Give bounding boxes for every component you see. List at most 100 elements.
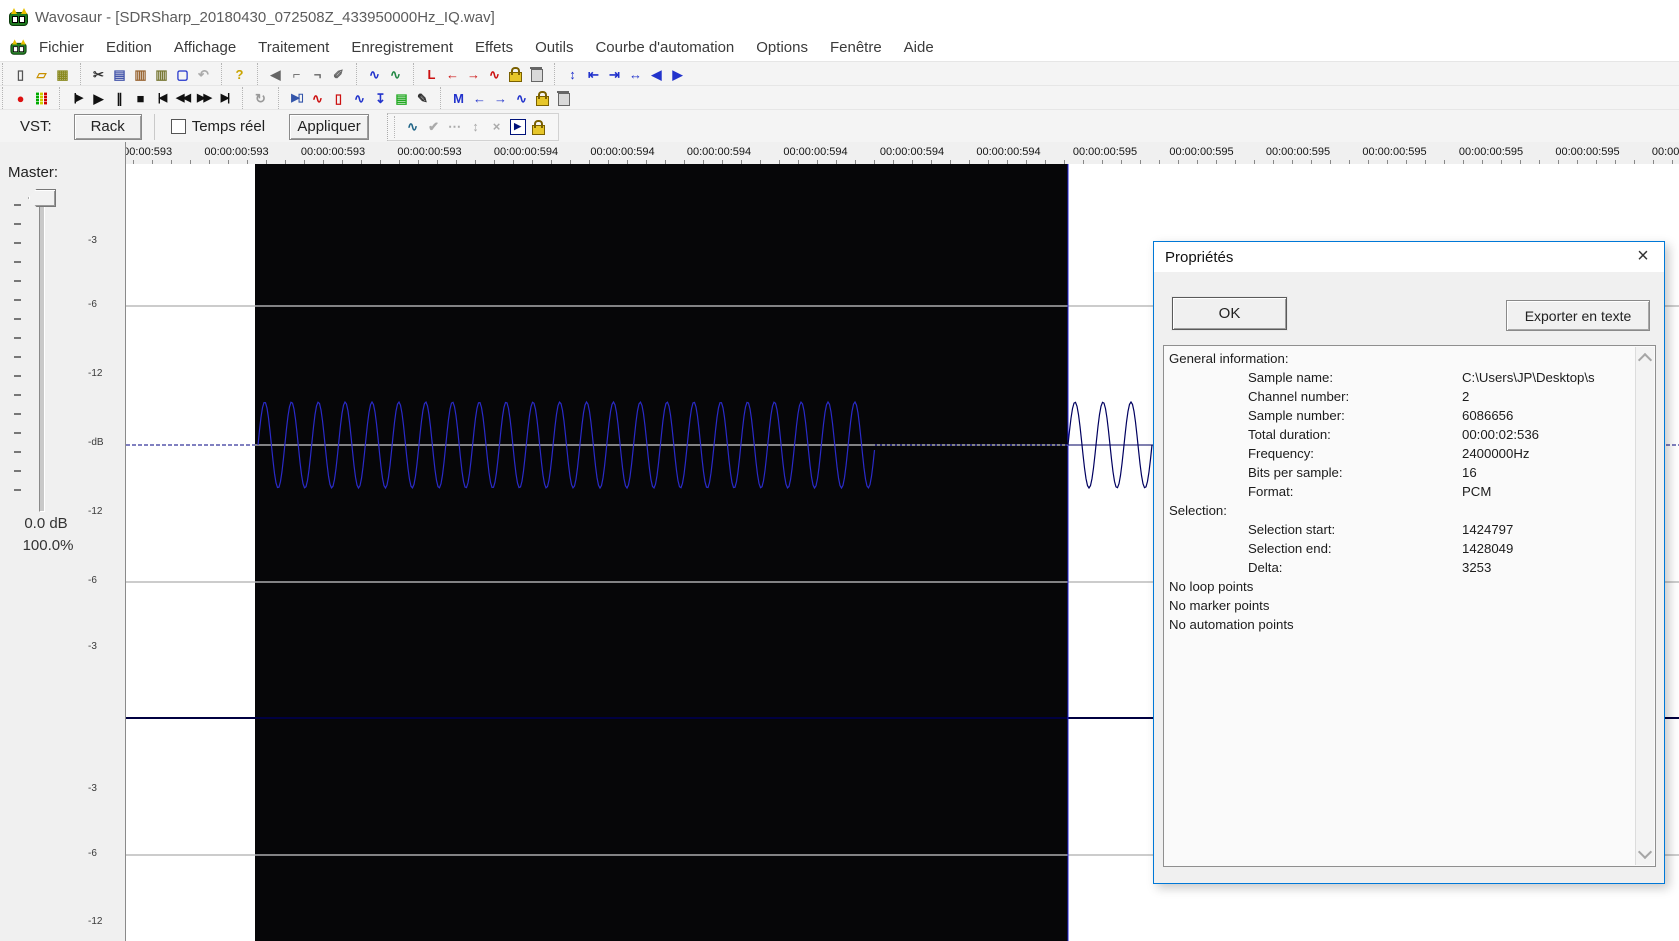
wave-insert-icon[interactable]: ∿ bbox=[364, 64, 385, 84]
wave-marker-icon[interactable]: ∿ bbox=[511, 88, 532, 108]
connect-output-icon[interactable]: ¬ bbox=[307, 64, 328, 84]
connect-input-icon[interactable]: ⌐ bbox=[286, 64, 307, 84]
menu-fen-tre[interactable]: Fenêtre bbox=[819, 39, 893, 56]
go-to-end-icon[interactable]: ▶| bbox=[214, 88, 235, 108]
properties-list[interactable]: General information: Sample name: C:\Users… bbox=[1163, 345, 1656, 867]
copy-icon[interactable]: ▤ bbox=[109, 64, 130, 84]
new-file-icon[interactable]: ▯ bbox=[10, 64, 31, 84]
monitor-speaker-icon[interactable]: ◀ bbox=[265, 64, 286, 84]
automation-scale-vertical-icon[interactable]: ↕ bbox=[465, 117, 486, 137]
trash-icon[interactable] bbox=[526, 64, 547, 84]
automation-lock-icon[interactable] bbox=[528, 117, 549, 137]
ruler-label: 00:00:00:595 bbox=[1362, 146, 1427, 158]
title-bar: Wavosaur - [SDRSharp_20180430_072508Z_43… bbox=[0, 0, 1679, 34]
scrollbar[interactable] bbox=[1635, 347, 1654, 865]
rewind-icon[interactable]: ◀◀ bbox=[172, 88, 193, 108]
normalize-icon[interactable]: ↧ bbox=[370, 88, 391, 108]
menu-traitement[interactable]: Traitement bbox=[247, 39, 340, 56]
property-label: No loop points bbox=[1169, 579, 1254, 594]
menu-options[interactable]: Options bbox=[745, 39, 819, 56]
next-view-icon[interactable]: ▶ bbox=[667, 64, 688, 84]
paste-icon[interactable]: ▥ bbox=[130, 64, 151, 84]
go-to-start-icon[interactable]: |◀ bbox=[151, 88, 172, 108]
trash-transport-icon[interactable] bbox=[553, 88, 574, 108]
select-loop-icon[interactable]: ▢ bbox=[172, 64, 193, 84]
zoom-selection-left-icon[interactable]: ⇤ bbox=[583, 64, 604, 84]
lock-icon[interactable] bbox=[505, 64, 526, 84]
pause-icon[interactable]: ∥ bbox=[109, 88, 130, 108]
db-label: -6 bbox=[88, 575, 97, 586]
insert-file-icon[interactable]: ▶▯ bbox=[286, 88, 307, 108]
batch-list-icon[interactable]: ▤ bbox=[391, 88, 412, 108]
wave-analysis-icon[interactable]: ∿ bbox=[349, 88, 370, 108]
save-file-icon[interactable]: ▦ bbox=[52, 64, 73, 84]
menu-affichage[interactable]: Affichage bbox=[163, 39, 247, 56]
marker-m-icon[interactable]: M bbox=[448, 88, 469, 108]
marker-previous-icon[interactable]: ← bbox=[469, 88, 490, 108]
export-text-button[interactable]: Exporter en texte bbox=[1506, 300, 1650, 331]
dialog-title-bar[interactable]: Propriétés × bbox=[1154, 242, 1664, 272]
copy-to-new-icon[interactable]: ▯ bbox=[328, 88, 349, 108]
marker-right-icon[interactable]: → bbox=[463, 64, 484, 84]
cut-icon[interactable]: ✂ bbox=[88, 64, 109, 84]
scroll-up-icon[interactable] bbox=[1637, 352, 1653, 368]
menu-aide[interactable]: Aide bbox=[893, 39, 945, 56]
wave-overwrite-icon[interactable]: ∿ bbox=[385, 64, 406, 84]
play-from-cursor-icon[interactable]: |▶ bbox=[67, 88, 88, 108]
undo-icon[interactable]: ↶ bbox=[193, 64, 214, 84]
zoom-selection-right-icon[interactable]: ⇥ bbox=[604, 64, 625, 84]
master-fader-handle[interactable] bbox=[28, 189, 56, 207]
time-ruler[interactable]: 00:00:00:593 00:00:00:593 00:00:00:593 00:0… bbox=[95, 142, 1679, 165]
close-icon[interactable]: × bbox=[1626, 242, 1660, 271]
audio-config-wrench-icon[interactable]: ✐ bbox=[328, 64, 349, 84]
automation-play-icon[interactable]: ▶ bbox=[507, 117, 528, 137]
automation-delete-icon[interactable]: × bbox=[486, 117, 507, 137]
play-icon[interactable]: ▶ bbox=[88, 88, 109, 108]
lock-transport-icon[interactable] bbox=[532, 88, 553, 108]
master-fader-track[interactable] bbox=[39, 198, 45, 512]
help-icon[interactable]: ? bbox=[229, 64, 250, 84]
property-row: Selection start: 1424797 bbox=[1164, 520, 1655, 539]
ruler-label: 00:00:00:595 bbox=[1265, 146, 1331, 158]
fader-tick-marks bbox=[14, 204, 21, 504]
zoom-selection-icon[interactable]: ↔ bbox=[625, 64, 646, 84]
properties-rows: General information: Sample name: C:\Users… bbox=[1164, 346, 1655, 634]
realtime-checkbox[interactable] bbox=[170, 119, 186, 134]
ruler-label: 00:00:00:594 bbox=[783, 146, 848, 158]
property-label: Channel number: bbox=[1248, 389, 1350, 404]
loop-mode-icon[interactable]: ↻ bbox=[250, 88, 271, 108]
marker-left-icon[interactable]: ← bbox=[442, 64, 463, 84]
fast-forward-icon[interactable]: ▶▶ bbox=[193, 88, 214, 108]
property-label: Selection end: bbox=[1248, 541, 1332, 556]
db-label: -3 bbox=[88, 235, 97, 246]
automation-apply-check-icon[interactable]: ✔ bbox=[423, 117, 444, 137]
marker-l-icon[interactable]: L bbox=[421, 64, 442, 84]
scroll-down-icon[interactable] bbox=[1637, 844, 1653, 860]
automation-interpolate-icon[interactable]: ⋯ bbox=[444, 117, 465, 137]
realtime-label: Temps réel bbox=[191, 118, 266, 135]
wave-vertical-zoom-icon[interactable]: ↕ bbox=[562, 64, 583, 84]
property-row: Channel number: 2 bbox=[1164, 387, 1655, 406]
open-folder-icon[interactable]: ▱ bbox=[31, 64, 52, 84]
automation-curve-icon[interactable]: ∿ bbox=[402, 117, 423, 137]
menu-enregistrement[interactable]: Enregistrement bbox=[340, 39, 464, 56]
rack-button[interactable]: Rack bbox=[73, 113, 142, 140]
paste-special-icon[interactable]: ▥ bbox=[151, 64, 172, 84]
marker-next-icon[interactable]: → bbox=[490, 88, 511, 108]
record-icon[interactable]: ● bbox=[10, 88, 31, 108]
level-meter-icon[interactable] bbox=[31, 88, 52, 108]
property-label: Total duration: bbox=[1248, 427, 1331, 442]
menu-effets[interactable]: Effets bbox=[464, 39, 524, 56]
ok-button[interactable]: OK bbox=[1172, 297, 1287, 330]
stop-icon[interactable]: ■ bbox=[130, 88, 151, 108]
apply-button[interactable]: Appliquer bbox=[289, 113, 370, 140]
statistics-icon[interactable]: ∿ bbox=[307, 88, 328, 108]
pencil-edit-icon[interactable]: ✎ bbox=[412, 88, 433, 108]
db-label: -dB bbox=[88, 437, 104, 448]
previous-view-icon[interactable]: ◀ bbox=[646, 64, 667, 84]
menu-outils[interactable]: Outils bbox=[524, 39, 584, 56]
menu-fichier[interactable]: Fichier bbox=[28, 39, 95, 56]
menu-edition[interactable]: Edition bbox=[95, 39, 163, 56]
wave-cut-red-icon[interactable]: ∿ bbox=[484, 64, 505, 84]
menu-courbe-d-automation[interactable]: Courbe d'automation bbox=[584, 39, 745, 56]
